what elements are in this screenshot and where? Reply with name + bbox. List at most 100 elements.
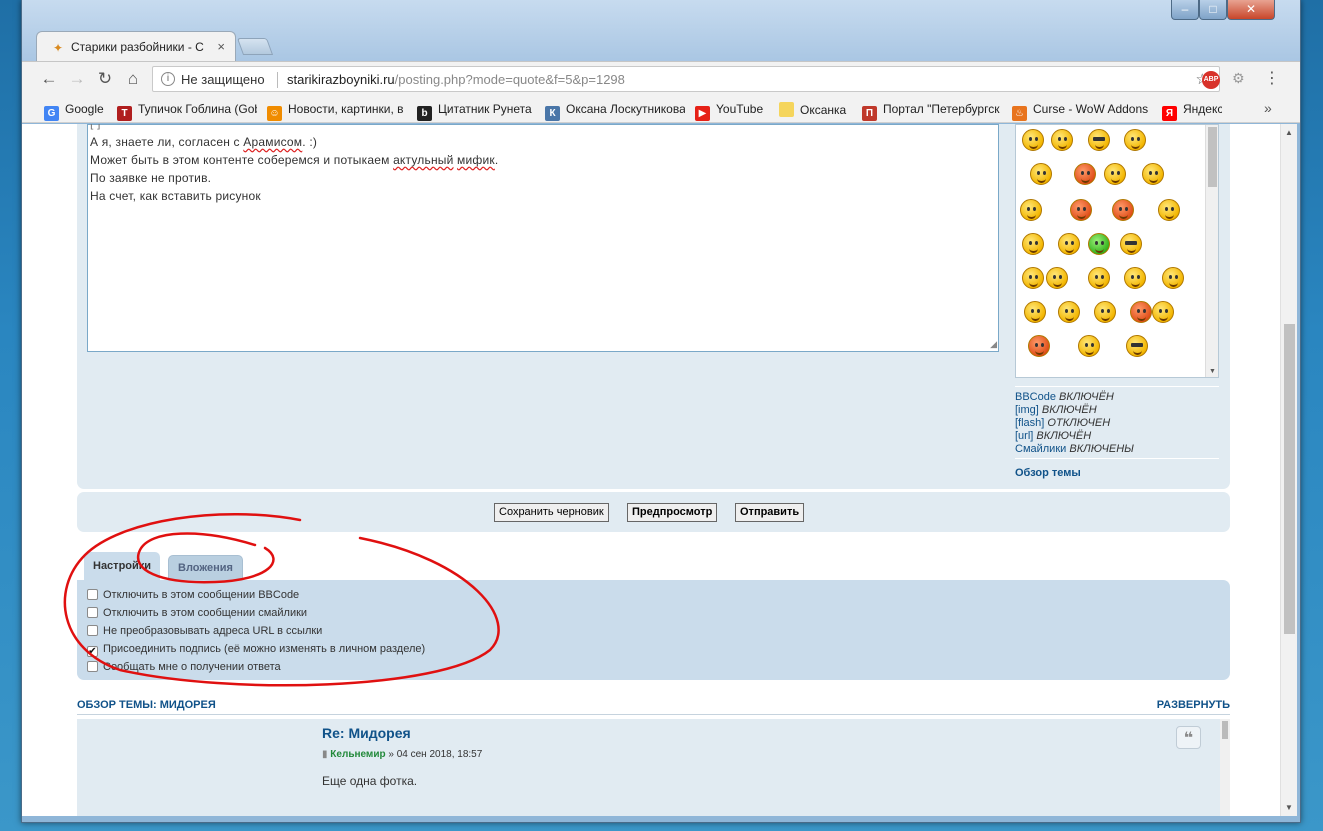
smiley-icon[interactable] [1124,267,1146,289]
adblock-icon[interactable]: ABP [1202,71,1220,89]
option-label[interactable]: Отключить в этом сообщении смайлики [103,607,307,619]
bookmark-item[interactable]: Т Тупичок Гоблина (Gob [117,102,257,121]
smiley-icon[interactable] [1124,129,1146,151]
new-tab-button[interactable] [236,38,274,55]
smile-icon: ☺ [267,106,282,121]
smiley-icon[interactable] [1162,267,1184,289]
quote-button[interactable]: ❝ [1176,726,1201,749]
tab-close-icon[interactable]: × [217,39,225,54]
bookmark-item[interactable]: ☺ Новости, картинки, в [267,102,407,121]
smiley-icon[interactable] [1030,163,1052,185]
smiley-icon[interactable] [1058,301,1080,323]
smiley-icon[interactable] [1022,233,1044,255]
smiley-icon[interactable] [1022,267,1044,289]
option-label[interactable]: Присоединить подпись (её можно изменять … [103,643,425,655]
topic-review-title[interactable]: ОБЗОР ТЕМЫ: МИДОРЕЯ [77,699,216,711]
page-scroll-thumb[interactable] [1284,324,1295,634]
home-button[interactable]: ⌂ [122,68,144,90]
smiley-icon[interactable] [1020,199,1042,221]
bookmark-item[interactable]: П Портал "Петербургск [862,102,1002,121]
smiley-icon[interactable] [1088,233,1110,255]
submit-buttons-panel: Сохранить черновик Предпросмотр Отправит… [77,492,1230,532]
smiley-icon[interactable] [1051,129,1073,151]
smiley-icon[interactable] [1158,199,1180,221]
bookmark-label: Цитатник Рунета [438,102,532,116]
bookmark-item[interactable]: ▶ YouTube [695,102,770,121]
topic-overview-link[interactable]: Обзор темы [1015,458,1219,479]
smiley-icon[interactable] [1112,199,1134,221]
smiley-icon[interactable] [1046,267,1068,289]
resize-handle-icon[interactable]: ◢ [990,339,997,350]
bookmark-item[interactable]: К Оксана Лоскутникова [545,102,685,121]
browser-tab-active[interactable]: ✦ Старики разбойники - С × [36,31,236,61]
option-label[interactable]: Не преобразовывать адреса URL в ссылки [103,625,322,637]
option-label[interactable]: Сообщать мне о получении ответа [103,661,281,673]
option-checkbox[interactable] [87,625,98,636]
smiley-icon[interactable] [1078,335,1100,357]
smiley-icon[interactable] [1104,163,1126,185]
minimize-button[interactable]: – [1171,0,1199,20]
reload-button[interactable]: ↻ [94,68,116,90]
smiley-icon[interactable] [1028,335,1050,357]
status-name[interactable]: Смайлики [1015,443,1066,455]
smilies-scroll-thumb[interactable] [1208,127,1217,187]
scroll-up-icon[interactable]: ▲ [1285,128,1293,137]
save-draft-button[interactable]: Сохранить черновик [494,503,609,522]
message-textarea[interactable]: [ ] А я, знаете ли, согласен с Арамисом.… [87,124,999,352]
scroll-down-icon[interactable]: ▼ [1209,368,1216,375]
options-panel: Отключить в этом сообщении BBCode Отключи… [77,580,1230,680]
browser-menu-icon[interactable]: ⋮ [1264,68,1280,88]
info-icon[interactable]: i [161,72,175,86]
review-scroll-thumb[interactable] [1222,721,1228,739]
preview-button[interactable]: Предпросмотр [627,503,718,522]
post-author[interactable]: Кельнемир [330,749,385,760]
status-value: ВКЛЮЧЁН [1036,430,1092,442]
bookmarks-more-icon[interactable]: » [1264,100,1272,116]
close-window-button[interactable]: ✕ [1227,0,1275,20]
page-scrollbar[interactable]: ▲ ▼ [1280,124,1297,816]
smilies-scrollbar[interactable]: ▼ [1205,125,1218,377]
tab-settings[interactable]: Настройки [84,552,161,580]
security-label[interactable]: Не защищено [181,72,265,87]
option-checkbox[interactable]: ✔ [87,646,98,657]
option-checkbox[interactable] [87,661,98,672]
post-title[interactable]: Re: Мидорея [322,725,411,741]
yandex-icon: Я [1162,106,1177,121]
bookmark-item[interactable]: Я Яндекс [1162,102,1222,121]
bookmark-item[interactable]: Оксанка [779,102,854,117]
bookmarks-bar: G Google Т Тупичок Гоблина (Gob ☺ Новости, ка… [22,95,1300,123]
topic-review-post: Re: Мидорея ▮ Кельнемир » 04 сен 2018, 1… [77,719,1230,816]
bookmark-item[interactable]: b Цитатник Рунета [417,102,537,121]
smiley-icon[interactable] [1094,301,1116,323]
status-name[interactable]: BBCode [1015,391,1056,403]
address-bar[interactable]: i Не защищено starikirazboyniki.ru/posti… [152,66,1220,92]
smiley-icon[interactable] [1022,129,1044,151]
smiley-icon[interactable] [1074,163,1096,185]
option-checkbox[interactable] [87,607,98,618]
tab-attachments[interactable]: Вложения [168,555,243,580]
smiley-icon[interactable] [1058,233,1080,255]
review-scrollbar[interactable] [1220,719,1230,816]
scroll-down-icon[interactable]: ▼ [1285,803,1293,812]
smiley-icon[interactable] [1126,335,1148,357]
extension-gear-icon[interactable]: ⚙ [1232,70,1245,87]
smiley-icon[interactable] [1024,301,1046,323]
url-text[interactable]: starikirazboyniki.ru/posting.php?mode=qu… [287,72,625,87]
status-flash: [flash] ОТКЛЮЧЕН [1015,417,1219,430]
option-label[interactable]: Отключить в этом сообщении BBCode [103,589,299,601]
expand-link[interactable]: РАЗВЕРНУТЬ [1157,699,1230,711]
back-button[interactable]: ← [38,68,60,90]
smiley-icon[interactable] [1088,129,1110,151]
smiley-icon[interactable] [1152,301,1174,323]
option-checkbox[interactable] [87,589,98,600]
maximize-button[interactable]: □ [1199,0,1227,20]
bookmark-item[interactable]: ♨ Curse - WoW Addons [1012,102,1152,121]
smiley-icon[interactable] [1088,267,1110,289]
bookmark-item[interactable]: G Google [44,102,112,121]
smiley-icon[interactable] [1142,163,1164,185]
smiley-icon[interactable] [1120,233,1142,255]
submit-button[interactable]: Отправить [735,503,805,522]
forward-button[interactable]: → [66,68,88,90]
smiley-icon[interactable] [1070,199,1092,221]
smiley-icon[interactable] [1130,301,1152,323]
